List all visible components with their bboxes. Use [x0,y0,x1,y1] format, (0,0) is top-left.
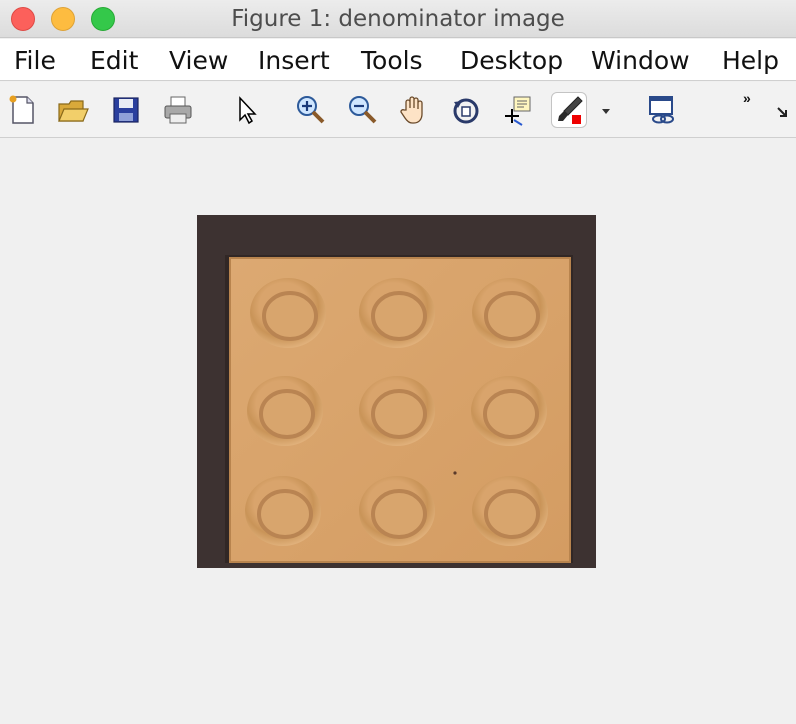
title-bar: Figure 1: denominator image [0,0,796,38]
menu-view[interactable]: View [169,46,228,75]
pan-hand-icon[interactable] [396,92,432,128]
print-icon[interactable] [160,92,196,128]
brush-icon[interactable] [551,92,587,128]
plate-photo [197,215,596,568]
menu-edit[interactable]: Edit [90,46,138,75]
window-title: Figure 1: denominator image [231,6,565,32]
menu-help[interactable]: Help [722,46,779,75]
menu-bar: File Edit View Insert Tools Desktop Wind… [0,39,796,81]
link-plot-icon[interactable] [644,92,680,128]
brush-dropdown-icon[interactable] [596,92,616,128]
menu-window[interactable]: Window [591,46,690,75]
menu-desktop[interactable]: Desktop [460,46,563,75]
open-file-icon[interactable] [55,92,91,128]
rotate-3d-icon[interactable] [448,92,484,128]
figure-toolbar: » [0,82,796,138]
data-cursor-icon[interactable] [500,92,536,128]
menu-tools[interactable]: Tools [361,46,423,75]
overflow-chevron-icon[interactable]: » [743,90,751,106]
dimple-grid [245,278,548,546]
edit-plot-arrow-icon[interactable] [229,92,265,128]
zoom-out-icon[interactable] [344,92,380,128]
save-icon[interactable] [108,92,144,128]
dock-arrow-icon[interactable] [774,104,792,122]
menu-file[interactable]: File [14,46,56,75]
figure-canvas[interactable] [0,139,796,724]
denominator-image[interactable] [197,215,596,568]
menu-insert[interactable]: Insert [258,46,330,75]
new-figure-icon[interactable] [4,92,40,128]
zoom-in-icon[interactable] [292,92,328,128]
